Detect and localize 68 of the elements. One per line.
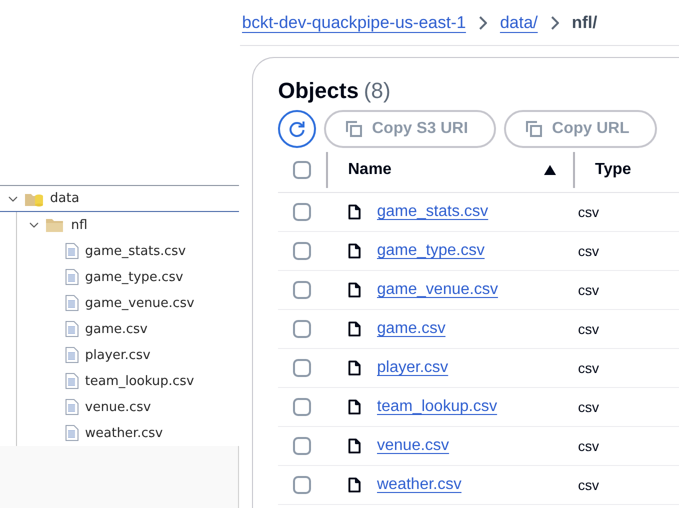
file-icon: [348, 438, 361, 454]
column-header[interactable]: Name: [348, 161, 392, 179]
checkbox[interactable]: [293, 320, 311, 338]
refresh-button[interactable]: [278, 110, 316, 148]
checkbox[interactable]: [293, 398, 311, 416]
file-link[interactable]: team_lookup.csv: [377, 398, 498, 416]
file-link[interactable]: game_stats.csv: [377, 203, 488, 221]
table-cell: csv: [578, 360, 599, 376]
checkbox[interactable]: [293, 161, 311, 179]
document-icon: [65, 399, 79, 415]
document-icon: [65, 373, 79, 389]
table-cell: csv: [578, 282, 599, 298]
file-link[interactable]: game.csv: [377, 320, 446, 338]
object-count: (8): [364, 78, 391, 104]
file-link[interactable]: weather.csv: [377, 476, 462, 494]
checkbox[interactable]: [293, 359, 311, 377]
file-icon: [348, 399, 361, 415]
document-icon: [65, 243, 79, 259]
document-icon: [65, 321, 79, 337]
file-icon: [348, 360, 361, 376]
copy-icon: [526, 121, 542, 137]
file-link[interactable]: player.csv: [377, 359, 448, 377]
tree-item[interactable]: nfl: [1, 212, 239, 238]
chevron-down-icon[interactable]: [8, 194, 18, 204]
table-cell: csv: [578, 477, 599, 493]
breadcrumb-link[interactable]: bckt-dev-quackpipe-us-east-1: [242, 12, 466, 32]
table-cell: csv: [578, 399, 599, 415]
file-icon: [348, 477, 361, 493]
chevron-right-icon: [550, 16, 559, 30]
chevron-right-icon: [478, 16, 487, 30]
tree-item[interactable]: team_lookup.csv: [1, 368, 239, 394]
sort-ascending-icon[interactable]: [544, 165, 556, 175]
checkbox[interactable]: [293, 281, 311, 299]
tree-item[interactable]: game.csv: [1, 316, 239, 342]
file-link[interactable]: game_venue.csv: [377, 281, 498, 299]
document-icon: [65, 269, 79, 285]
document-icon: [65, 295, 79, 311]
checkbox[interactable]: [293, 203, 311, 221]
tree-item[interactable]: game_venue.csv: [1, 290, 239, 316]
file-icon: [348, 321, 361, 337]
folder-icon: [45, 217, 65, 233]
file-icon: [348, 243, 361, 259]
chevron-down-icon[interactable]: [29, 220, 39, 230]
table-cell: csv: [578, 243, 599, 259]
checkbox[interactable]: [293, 437, 311, 455]
file-link[interactable]: game_type.csv: [377, 242, 485, 260]
panel-title: Objects: [278, 78, 359, 104]
tree-item[interactable]: player.csv: [1, 342, 239, 368]
breadcrumb-current: nfl/: [572, 12, 598, 32]
tree-item[interactable]: data: [0, 186, 239, 212]
tree-item[interactable]: game_type.csv: [1, 264, 239, 290]
table-cell: csv: [578, 321, 599, 337]
document-icon: [65, 425, 79, 441]
copy-icon: [346, 121, 362, 137]
tree-item[interactable]: weather.csv: [1, 420, 239, 446]
file-icon: [348, 204, 361, 220]
file-link[interactable]: venue.csv: [377, 437, 450, 455]
refresh-icon: [287, 119, 307, 139]
document-icon: [65, 347, 79, 363]
file-icon: [348, 282, 361, 298]
breadcrumb-link[interactable]: data/: [500, 12, 538, 32]
checkbox[interactable]: [293, 242, 311, 260]
table-cell: csv: [578, 438, 599, 454]
checkbox[interactable]: [293, 476, 311, 494]
table-cell: csv: [578, 204, 599, 220]
tree-item[interactable]: venue.csv: [1, 394, 239, 420]
column-header[interactable]: Type: [595, 161, 632, 179]
tree-item[interactable]: game_stats.csv: [1, 238, 239, 264]
